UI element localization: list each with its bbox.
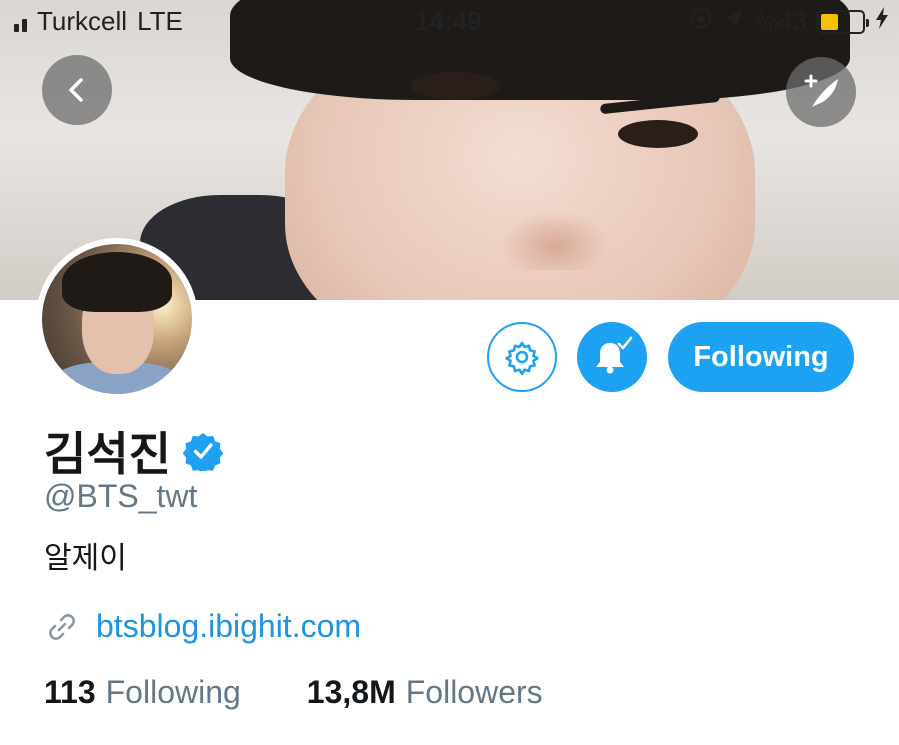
signal-icon [14, 12, 27, 32]
carrier-name: Turkcell [37, 6, 128, 36]
following-count: 113 [44, 674, 96, 710]
network-type: LTE [137, 6, 183, 36]
location-arrow-icon [723, 6, 745, 37]
following-stat[interactable]: 113 Following [44, 674, 241, 711]
followers-count: 13,8M [306, 674, 396, 710]
status-bar: Turkcell LTE 14:49 %43 [0, 0, 899, 44]
link-icon [49, 613, 75, 640]
following-label: Following [105, 674, 241, 710]
avatar-image [42, 244, 192, 394]
status-right: %43 [689, 6, 889, 37]
user-handle: @BTS_twt [44, 478, 198, 514]
follow-stats: 113 Following 13,8M Followers [44, 674, 543, 711]
compose-tweet-button[interactable] [786, 57, 856, 127]
followers-label: Followers [405, 674, 543, 710]
followers-stat[interactable]: 13,8M Followers [307, 674, 543, 711]
display-name: 김석진 [44, 427, 171, 481]
notifications-button[interactable] [577, 322, 647, 392]
verified-badge-icon [182, 433, 223, 471]
profile-link-row[interactable]: btsblog.ibighit.com [44, 608, 361, 645]
profile-link[interactable]: btsblog.ibighit.com [96, 608, 361, 645]
bell-check-icon [596, 336, 633, 374]
charging-icon [875, 6, 889, 37]
bio: 알제이 [44, 541, 127, 576]
settings-button[interactable] [487, 322, 557, 392]
compose-tweet-icon [804, 74, 838, 107]
back-button[interactable] [42, 55, 112, 125]
battery-percent: %43 [754, 6, 807, 36]
rotation-lock-icon [689, 6, 713, 37]
name-row: 김석진 [44, 418, 223, 484]
carrier-info: Turkcell LTE [14, 6, 183, 37]
clock: 14:49 [415, 6, 482, 36]
chevron-left-icon [69, 78, 83, 102]
avatar[interactable] [36, 238, 198, 400]
following-button[interactable]: Following [668, 322, 854, 392]
gear-icon [505, 341, 539, 375]
battery-icon [817, 9, 869, 34]
